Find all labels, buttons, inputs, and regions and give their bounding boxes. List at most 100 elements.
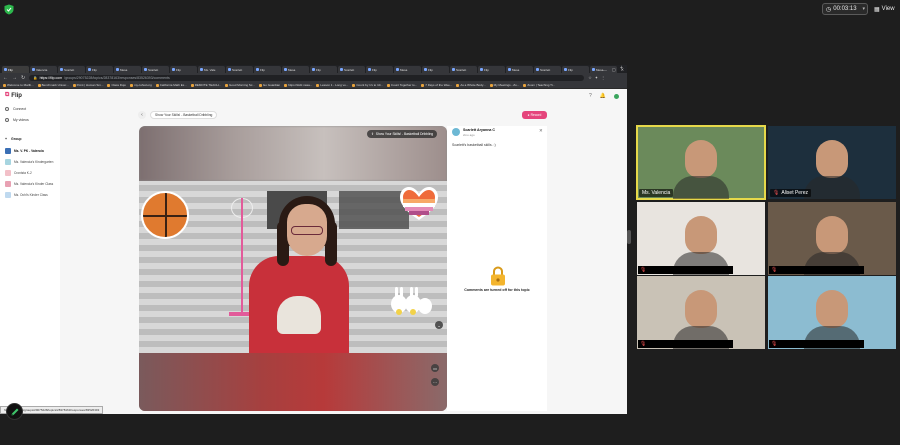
bookmark-item[interactable]: My Meetings - Zo... (489, 83, 519, 87)
group-item[interactable]: Ms. Valencia's Kinder Class (5, 181, 59, 187)
bookmark-item[interactable]: Count by 1's to 10... (352, 83, 383, 87)
url-input[interactable]: 🔒 https://flip.com/groups/29075228/topic… (29, 74, 585, 81)
participant-tile[interactable]: 🎙 (637, 202, 765, 275)
help-icon[interactable]: ? (589, 93, 592, 99)
user-avatar[interactable] (614, 93, 619, 99)
nav-my-videos[interactable]: My videos (5, 118, 29, 122)
menu-icon[interactable]: ⋮ (601, 75, 605, 80)
bookmark-item[interactable]: 7 Days of the Wee... (421, 83, 452, 87)
browser-tab[interactable]: Flip (422, 66, 449, 73)
star-icon[interactable]: ☆ (588, 75, 592, 80)
recording-timer[interactable]: ◷ 00:03:13 ▾ (822, 3, 868, 15)
bookmark-item[interactable]: Count Together to... (386, 83, 417, 87)
browser-tab[interactable]: Valencia (30, 66, 57, 73)
participant-video-face (816, 140, 848, 178)
video-title-text: Show Your Skills! - Basketball Dribbling (375, 132, 434, 136)
bookmark-item[interactable]: Class Dojo (107, 83, 126, 87)
bookmark-item[interactable]: Good Morning Sc... (225, 83, 255, 87)
browser-tab[interactable]: Scarlett (534, 66, 561, 73)
browser-tab[interactable]: Mesa (394, 66, 421, 73)
tab-favicon-icon (368, 68, 371, 71)
participant-tile[interactable]: 🎙 (768, 202, 896, 275)
nav-connect[interactable]: Connect (5, 107, 26, 111)
browser-tab[interactable]: Flip (254, 66, 281, 73)
browser-tab[interactable]: Flip (2, 66, 29, 73)
bookmark-item[interactable]: https://kidz.nasa... (284, 83, 312, 87)
bookmark-item[interactable]: As a Whole Body... (456, 83, 486, 87)
flip-sidebar: ⧉ Flip Connect My videos + Group Ms. V. … (0, 89, 60, 414)
participant-tile[interactable]: 🎙 (768, 276, 896, 349)
flip-app: ⧉ Flip Connect My videos + Group Ms. V. … (0, 89, 627, 414)
bookmark-item[interactable]: REMOTE TEACH... (190, 83, 222, 87)
flip-content: ? 🔔 ‹ Show Your Skills! - Basketball Dri… (60, 89, 627, 414)
tab-label: Flip (568, 67, 573, 72)
back-arrow-icon[interactable]: ‹ (138, 111, 146, 119)
close-window-icon[interactable]: ✕ (621, 67, 624, 72)
browser-tab[interactable]: Mesa (506, 66, 533, 73)
maximize-icon[interactable]: ▢ (612, 67, 616, 72)
annotate-pencil-button[interactable] (6, 403, 23, 420)
split-resize-handle[interactable] (627, 230, 631, 244)
browser-tab[interactable]: Scarlett (338, 66, 365, 73)
bookmark-item[interactable]: California Math Ex... (155, 83, 187, 87)
group-item[interactable]: Ms. V. PK - Valencia (5, 148, 59, 154)
author-name[interactable]: Scarlett Aryanna C (463, 128, 495, 132)
group-item[interactable]: Cronista K-2 (5, 170, 59, 176)
topic-title[interactable]: Show Your Skills! - Basketball Dribbling (150, 111, 218, 119)
bookmark-item[interactable]: Benchmark Univer... (37, 83, 69, 87)
view-button[interactable]: ▦ View (874, 3, 895, 15)
tab-favicon-icon (424, 68, 427, 71)
response-video[interactable]: ⇪ Show Your Skills! - Basketball Dribbli… (139, 126, 447, 411)
shirt-print (277, 296, 321, 334)
tab-label: Flip (428, 67, 433, 72)
group-header[interactable]: + Group (5, 137, 22, 141)
browser-tab[interactable]: Mesa (282, 66, 309, 73)
flip-logo[interactable]: ⧉ Flip (5, 92, 22, 99)
browser-tab[interactable]: Flip (310, 66, 337, 73)
author-avatar[interactable] (452, 128, 460, 136)
group-item[interactable]: Ms. Ochi's Kinder Class (5, 192, 59, 198)
bookmark-item[interactable]: my.cuhsd.org (129, 83, 152, 87)
bookmark-label: Good Morning Sc... (229, 83, 255, 87)
record-button[interactable]: ● Record (522, 111, 547, 119)
bookmark-item[interactable]: Welcome to Marlb... (3, 83, 34, 87)
browser-tab[interactable]: Scarlett (58, 66, 85, 73)
notifications-icon[interactable]: 🔔 (600, 93, 606, 99)
close-panel-icon[interactable]: ✕ (539, 128, 543, 134)
comment-icon[interactable]: ▭ (431, 364, 439, 372)
bookmark-label: REMOTE TEACH... (194, 83, 222, 87)
more-options-icon[interactable]: ⋯ (431, 378, 439, 386)
browser-tab[interactable]: Scarlett (226, 66, 253, 73)
participant-tile[interactable]: 🎙 Aliset Perez (768, 126, 896, 199)
connect-icon (5, 107, 9, 111)
browser-tab[interactable]: Flip (170, 66, 197, 73)
browser-tab[interactable]: Mesa (114, 66, 141, 73)
participant-video-face (685, 216, 717, 254)
browser-tab[interactable]: Flip (478, 66, 505, 73)
browser-tab[interactable]: Scarlett (450, 66, 477, 73)
bookmark-item[interactable]: Point | Human Sm... (72, 83, 103, 87)
extension-icon[interactable]: ✦ (595, 75, 598, 80)
camera-icon: ● (527, 113, 530, 117)
meeting-window: ◷ 00:03:13 ▾ ▦ View Flip Valencia Scarlett… (0, 0, 900, 445)
browser-tab[interactable]: Flip (562, 66, 589, 73)
participant-tile[interactable]: Ms. Valencia (636, 125, 766, 200)
minimize-icon[interactable]: — (603, 67, 607, 72)
bookmark-item[interactable]: Zoom | Teaching Ti... (523, 83, 555, 87)
lock-icon: 🔒 (33, 75, 38, 80)
reload-icon[interactable]: ↻ (21, 75, 25, 81)
security-shield-icon[interactable] (4, 4, 14, 15)
back-icon[interactable]: ← (3, 75, 8, 81)
bookmark-item[interactable]: Lesson 1 - Long vo... (316, 83, 348, 87)
browser-tab[interactable]: Scarlett (142, 66, 169, 73)
bookmark-label: California Math Ex... (159, 83, 187, 87)
browser-tab[interactable]: Flip (366, 66, 393, 73)
padlock-icon (491, 266, 505, 286)
participant-tile[interactable]: 🎙 (637, 276, 765, 349)
browser-tab[interactable]: Flip (86, 66, 113, 73)
expand-chevron-icon[interactable]: ⌄ (435, 321, 443, 329)
group-item[interactable]: Ms. Valencia's Kindergarten (5, 159, 59, 165)
bookmark-item[interactable]: Go Guardian (258, 83, 280, 87)
browser-tab[interactable]: Ms. Vale (198, 66, 225, 73)
forward-icon[interactable]: → (12, 75, 17, 81)
